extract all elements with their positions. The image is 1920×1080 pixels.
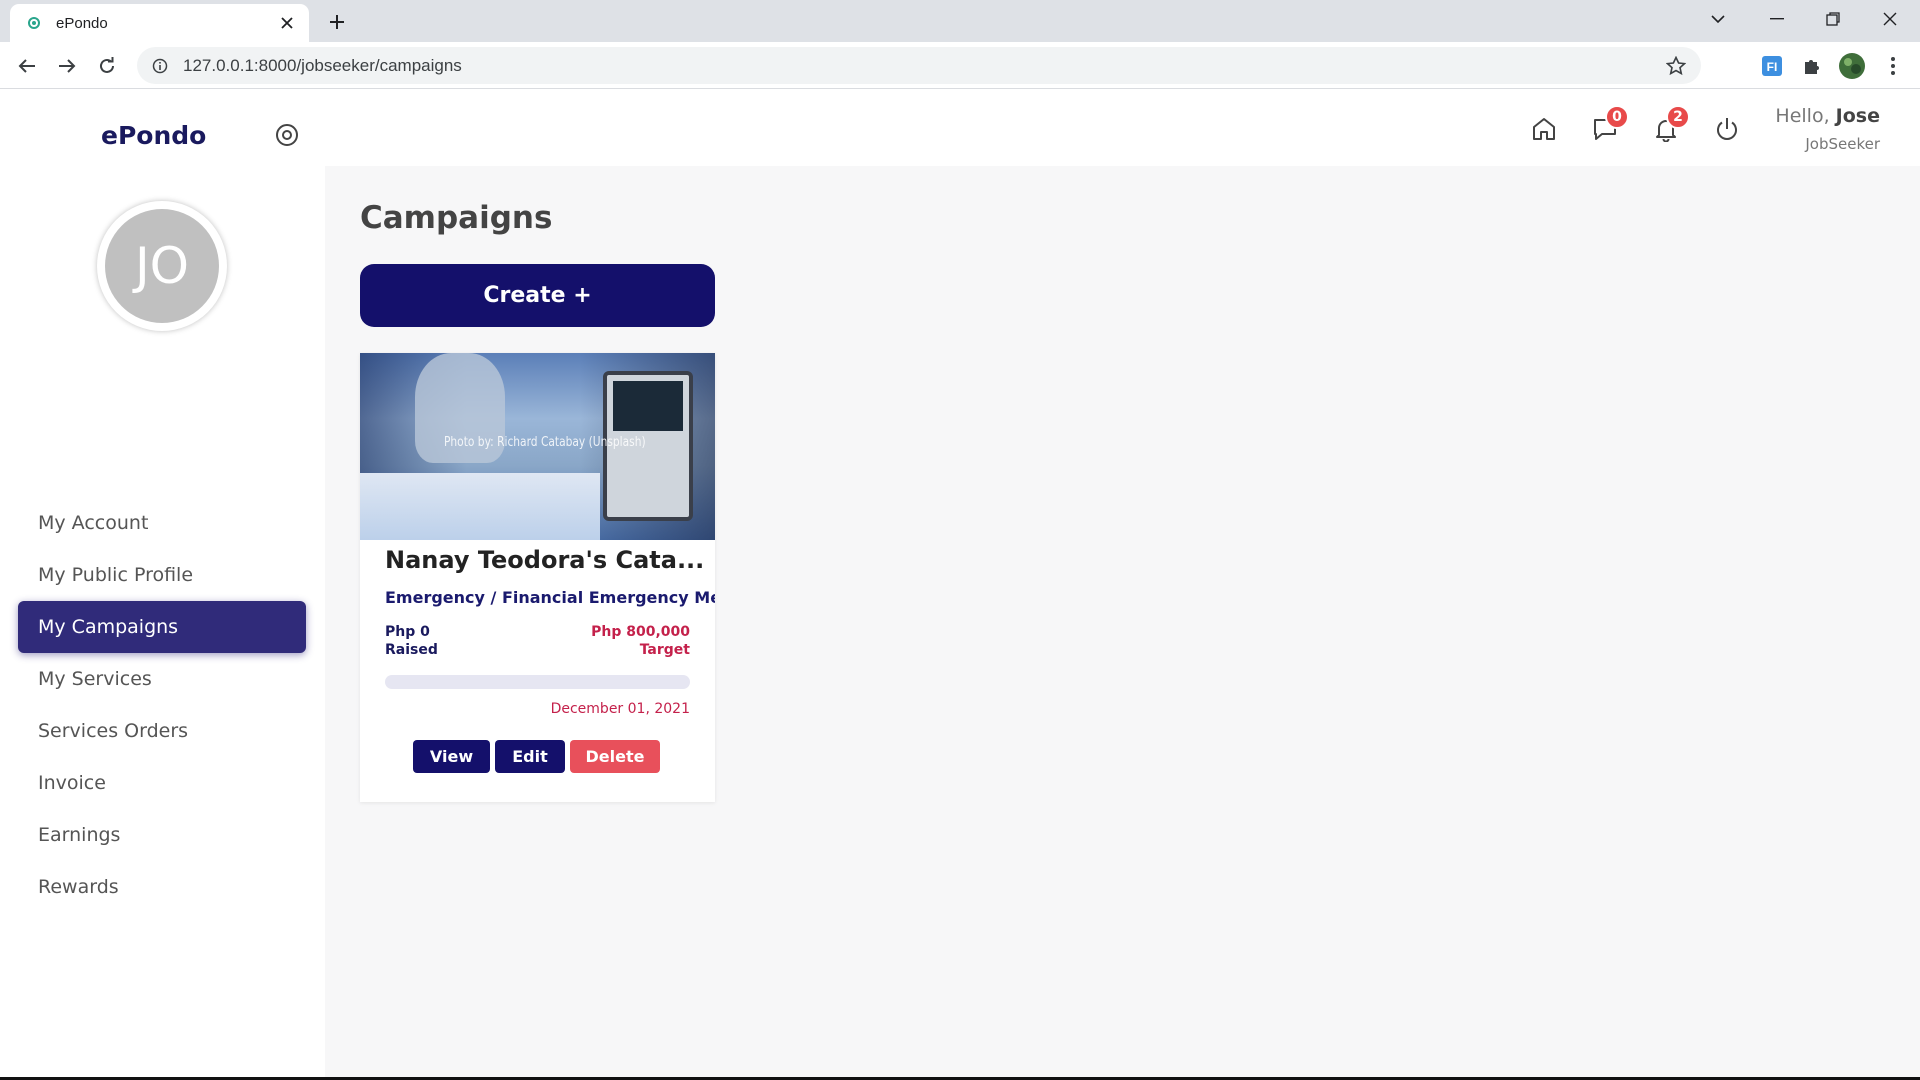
sidebar: ePondo JO My Account My Public Profile M… bbox=[0, 89, 325, 1080]
messages-badge: 0 bbox=[1605, 105, 1629, 129]
create-campaign-button[interactable]: Create + bbox=[360, 264, 715, 327]
back-icon[interactable] bbox=[12, 51, 42, 81]
restore-icon[interactable] bbox=[1805, 0, 1861, 38]
tab-search-chevron-icon[interactable] bbox=[1690, 0, 1746, 38]
notifications-badge: 2 bbox=[1666, 105, 1690, 129]
sidebar-item-my-public-profile[interactable]: My Public Profile bbox=[18, 549, 306, 601]
notifications-bell-icon[interactable]: 2 bbox=[1650, 105, 1690, 145]
home-icon[interactable] bbox=[1528, 113, 1560, 145]
new-tab-icon[interactable] bbox=[324, 9, 350, 35]
site-info-icon[interactable] bbox=[151, 57, 169, 75]
greeting: Hello, Jose bbox=[1775, 105, 1880, 127]
image-bed-shape bbox=[360, 473, 600, 540]
bookmark-star-icon[interactable] bbox=[1665, 55, 1687, 77]
target-amount: Php 800,000 bbox=[591, 624, 690, 640]
extension-fi-icon[interactable]: FI bbox=[1757, 51, 1787, 81]
campaign-image[interactable]: Photo by: Richard Catabay (Unsplash) bbox=[360, 353, 715, 540]
greeting-text: Hello, bbox=[1775, 105, 1830, 127]
image-screen-shape bbox=[613, 381, 683, 431]
avatar: JO bbox=[97, 201, 227, 331]
target-label: Target bbox=[639, 642, 690, 658]
url-text: 127.0.0.1:8000/jobseeker/campaigns bbox=[183, 55, 462, 75]
sidebar-item-rewards[interactable]: Rewards bbox=[18, 861, 306, 913]
favicon-icon bbox=[26, 15, 42, 31]
sidebar-toggle-icon[interactable] bbox=[274, 122, 300, 148]
campaign-title: Nanay Teodora's Cata... bbox=[385, 546, 705, 574]
sidebar-item-my-account[interactable]: My Account bbox=[18, 497, 306, 549]
extensions-puzzle-icon[interactable] bbox=[1797, 51, 1827, 81]
view-button[interactable]: View bbox=[413, 740, 490, 773]
avatar-initials: JO bbox=[105, 209, 219, 323]
tab-title: ePondo bbox=[56, 14, 108, 32]
browser-toolbar: 127.0.0.1:8000/jobseeker/campaigns FI bbox=[0, 42, 1920, 89]
sidebar-item-services-orders[interactable]: Services Orders bbox=[18, 705, 306, 757]
image-credit: Photo by: Richard Catabay (Unsplash) bbox=[444, 435, 646, 450]
raised-label: Raised bbox=[385, 642, 438, 658]
sidebar-nav: My Account My Public Profile My Campaign… bbox=[18, 497, 306, 913]
campaign-date: December 01, 2021 bbox=[550, 701, 690, 717]
reload-icon[interactable] bbox=[92, 51, 122, 81]
sidebar-item-invoice[interactable]: Invoice bbox=[18, 757, 306, 809]
top-header: 0 2 Hello, Jose JobSeeker bbox=[325, 89, 1920, 166]
raised-amount: Php 0 bbox=[385, 624, 430, 640]
brand-logo-text[interactable]: ePondo bbox=[101, 121, 206, 150]
edit-button[interactable]: Edit bbox=[495, 740, 565, 773]
sidebar-item-earnings[interactable]: Earnings bbox=[18, 809, 306, 861]
sidebar-item-my-campaigns[interactable]: My Campaigns bbox=[18, 601, 306, 653]
svg-text:FI: FI bbox=[1767, 60, 1778, 74]
campaign-progress-bar bbox=[385, 675, 690, 689]
user-name: Jose bbox=[1835, 105, 1880, 127]
forward-icon[interactable] bbox=[52, 51, 82, 81]
page-title: Campaigns bbox=[360, 200, 553, 236]
logout-power-icon[interactable] bbox=[1711, 113, 1743, 145]
browser-tabstrip: ePondo bbox=[0, 0, 1920, 42]
sidebar-item-my-services[interactable]: My Services bbox=[18, 653, 306, 705]
profile-avatar-icon[interactable] bbox=[1837, 51, 1867, 81]
user-role: JobSeeker bbox=[1805, 135, 1880, 153]
messages-icon[interactable]: 0 bbox=[1589, 105, 1629, 145]
campaign-card: Photo by: Richard Catabay (Unsplash) Nan… bbox=[360, 353, 715, 802]
address-bar[interactable]: 127.0.0.1:8000/jobseeker/campaigns bbox=[137, 47, 1701, 84]
browser-tab[interactable]: ePondo bbox=[10, 4, 309, 42]
browser-menu-icon[interactable] bbox=[1878, 51, 1908, 81]
campaign-actions: View Edit Delete bbox=[413, 740, 660, 773]
campaign-category: Emergency / Financial Emergency Med bbox=[385, 588, 715, 607]
minimize-icon[interactable] bbox=[1749, 0, 1805, 38]
close-window-icon[interactable] bbox=[1862, 0, 1918, 38]
close-tab-icon[interactable] bbox=[277, 13, 297, 33]
delete-button[interactable]: Delete bbox=[570, 740, 660, 773]
